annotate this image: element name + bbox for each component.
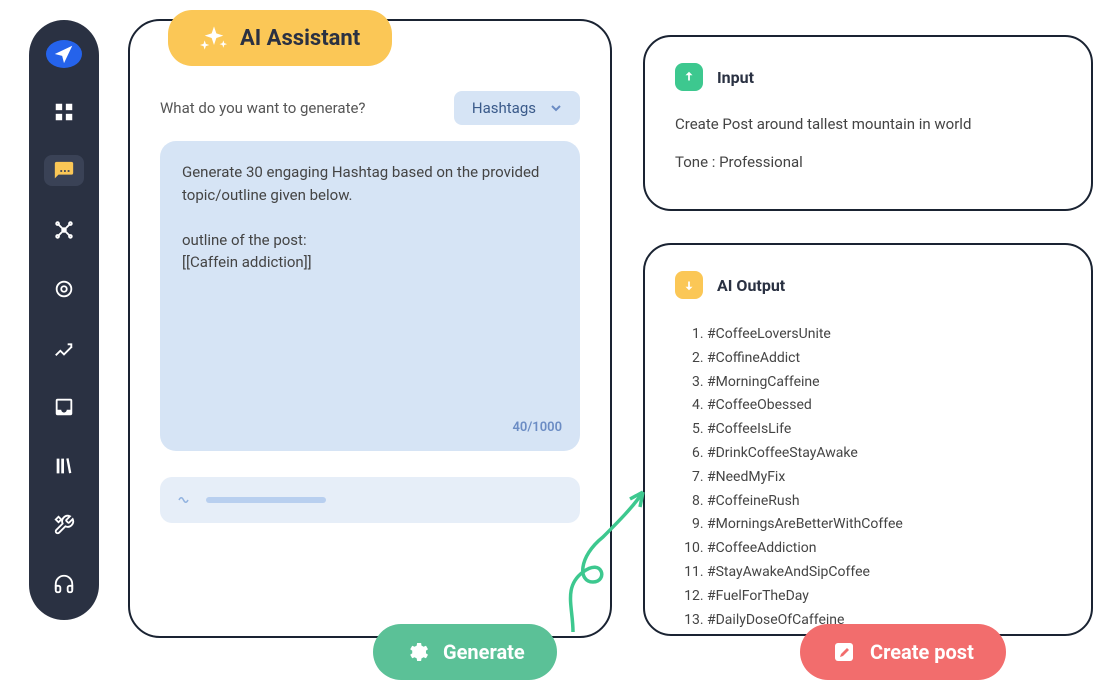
library-icon[interactable] — [44, 451, 84, 482]
upload-icon — [675, 63, 703, 91]
analytics-icon[interactable] — [44, 332, 84, 363]
chat-icon[interactable] — [44, 155, 84, 186]
hashtag-item: #FuelForTheDay — [707, 585, 1061, 609]
logo-icon[interactable] — [46, 40, 82, 68]
hashtag-item: #DrinkCoffeeStayAwake — [707, 442, 1061, 466]
tone-text: Tone : Professional — [675, 153, 1061, 171]
ai-assistant-label: AI Assistant — [240, 26, 360, 51]
hashtag-list: #CoffeeLoversUnite#CoffineAddict#Morning… — [675, 323, 1061, 636]
hashtag-item: #MorningCaffeine — [707, 371, 1061, 395]
loading-indicator — [160, 477, 580, 523]
output-card: AI Output #CoffeeLoversUnite#CoffineAddi… — [643, 243, 1093, 636]
input-text: Create Post around tallest mountain in w… — [675, 115, 1061, 133]
chevron-down-icon — [550, 102, 562, 114]
edit-icon — [832, 640, 856, 664]
input-card: Input Create Post around tallest mountai… — [643, 35, 1093, 211]
prompt-line1: Generate 30 engaging Hashtag based on th… — [182, 161, 558, 206]
inbox-icon[interactable] — [44, 392, 84, 423]
network-icon[interactable] — [44, 214, 84, 245]
tools-icon[interactable] — [44, 510, 84, 541]
generate-label: Generate — [443, 640, 525, 664]
progress-bar — [206, 497, 326, 503]
hashtag-item: #MorningsAreBetterWithCoffee — [707, 513, 1061, 537]
prompt-line2: outline of the post: — [182, 229, 558, 252]
hashtag-item: #CoffeeLoversUnite — [707, 323, 1061, 347]
prompt-label: What do you want to generate? — [160, 99, 366, 117]
create-post-label: Create post — [870, 640, 974, 664]
prompt-textarea[interactable]: Generate 30 engaging Hashtag based on th… — [160, 141, 580, 451]
ai-assistant-badge: AI Assistant — [168, 10, 392, 66]
hashtag-item: #StayAwakeAndSipCoffee — [707, 561, 1061, 585]
dashboard-icon[interactable] — [44, 96, 84, 127]
hashtag-item: #CoffeineRush — [707, 490, 1061, 514]
create-post-button[interactable]: Create post — [800, 624, 1006, 680]
arrow-swirl-icon — [558, 487, 648, 637]
hashtag-item: #CoffeeIsLife — [707, 418, 1061, 442]
output-title: AI Output — [717, 276, 785, 295]
generate-button[interactable]: Generate — [373, 624, 557, 680]
hashtag-item: #CoffeeObessed — [707, 394, 1061, 418]
prompt-line3: [[Caffein addiction]] — [182, 251, 558, 274]
support-icon[interactable] — [44, 569, 84, 600]
input-title: Input — [717, 68, 754, 87]
download-icon — [675, 271, 703, 299]
sparkle-icon — [200, 24, 228, 52]
target-icon[interactable] — [44, 273, 84, 304]
sidebar — [29, 20, 99, 620]
main-card: What do you want to generate? Hashtags G… — [128, 19, 612, 638]
gear-icon — [405, 640, 429, 664]
hashtag-item: #CoffineAddict — [707, 347, 1061, 371]
char-count: 40/1000 — [512, 418, 562, 438]
wave-icon — [176, 491, 194, 509]
hashtag-item: #NeedMyFix — [707, 466, 1061, 490]
generation-type-select[interactable]: Hashtags — [454, 91, 580, 125]
hashtag-item: #CoffeeAddiction — [707, 537, 1061, 561]
select-value: Hashtags — [472, 99, 536, 117]
